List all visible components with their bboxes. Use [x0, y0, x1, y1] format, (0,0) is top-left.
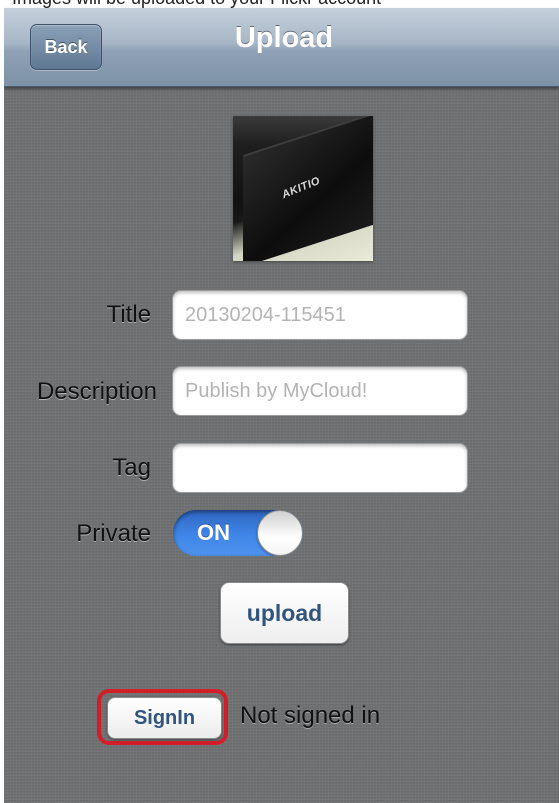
signin-button[interactable]: SignIn	[107, 697, 222, 739]
title-label: Title	[106, 301, 151, 328]
toggle-knob[interactable]	[257, 510, 303, 556]
private-toggle[interactable]: ON	[173, 510, 303, 556]
tag-label: Tag	[112, 454, 151, 481]
top-caption-strip: Images will be uploaded to your Flickr a…	[4, 0, 559, 8]
tag-field[interactable]	[172, 443, 468, 493]
title-field[interactable]	[172, 290, 468, 340]
page-title: Upload	[234, 22, 334, 54]
signin-status-text: Not signed in	[240, 702, 381, 729]
private-toggle-state: ON	[197, 520, 230, 545]
navigation-bar: Back Upload	[4, 8, 559, 87]
private-label: Private	[76, 520, 151, 547]
photo-thumbnail: AKITIO	[233, 116, 373, 261]
description-field[interactable]	[172, 366, 468, 416]
back-button-area: Back	[4, 8, 124, 86]
back-button[interactable]: Back	[30, 24, 102, 70]
description-label: Description	[36, 378, 157, 405]
upload-button[interactable]: upload	[220, 582, 349, 644]
app-screen: Images will be uploaded to your Flickr a…	[4, 0, 559, 803]
top-caption: Images will be uploaded to your Flickr a…	[12, 0, 381, 8]
